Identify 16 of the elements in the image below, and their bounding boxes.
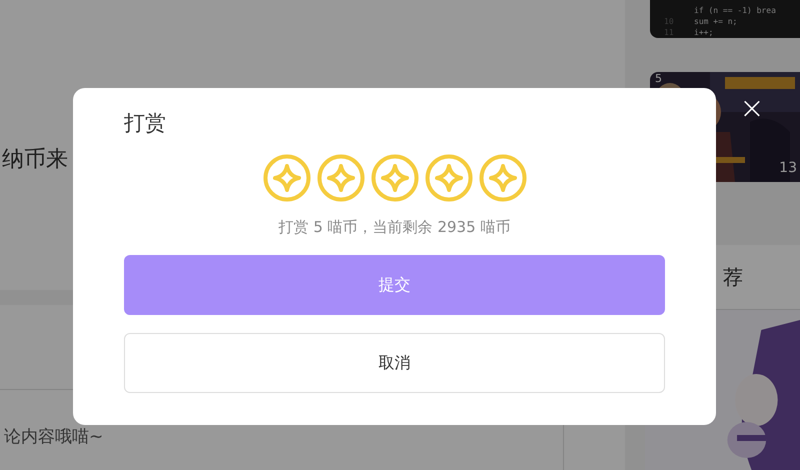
video-index: 5 [655, 72, 662, 85]
section-title: 荐 [723, 264, 743, 290]
coin-icon[interactable] [424, 154, 472, 202]
reward-summary: 打赏 5 喵币，当前剩余 2935 喵币 [278, 218, 510, 237]
comment-hint: 论内容哦喵~ [4, 426, 104, 448]
body-text: 纳币来 [2, 146, 68, 174]
coin-icon[interactable] [262, 154, 310, 202]
cancel-button[interactable]: 取消 [124, 333, 665, 393]
code-line: sum += n; [694, 16, 738, 27]
code-line: i++; [694, 27, 714, 38]
coin-icon[interactable] [478, 154, 526, 202]
dialog-title: 打赏 [124, 110, 166, 137]
code-line: if (n == -1) brea [694, 5, 776, 16]
coin-icon[interactable] [316, 154, 364, 202]
coin-icon[interactable] [370, 154, 418, 202]
video-duration: 13 [779, 160, 797, 176]
